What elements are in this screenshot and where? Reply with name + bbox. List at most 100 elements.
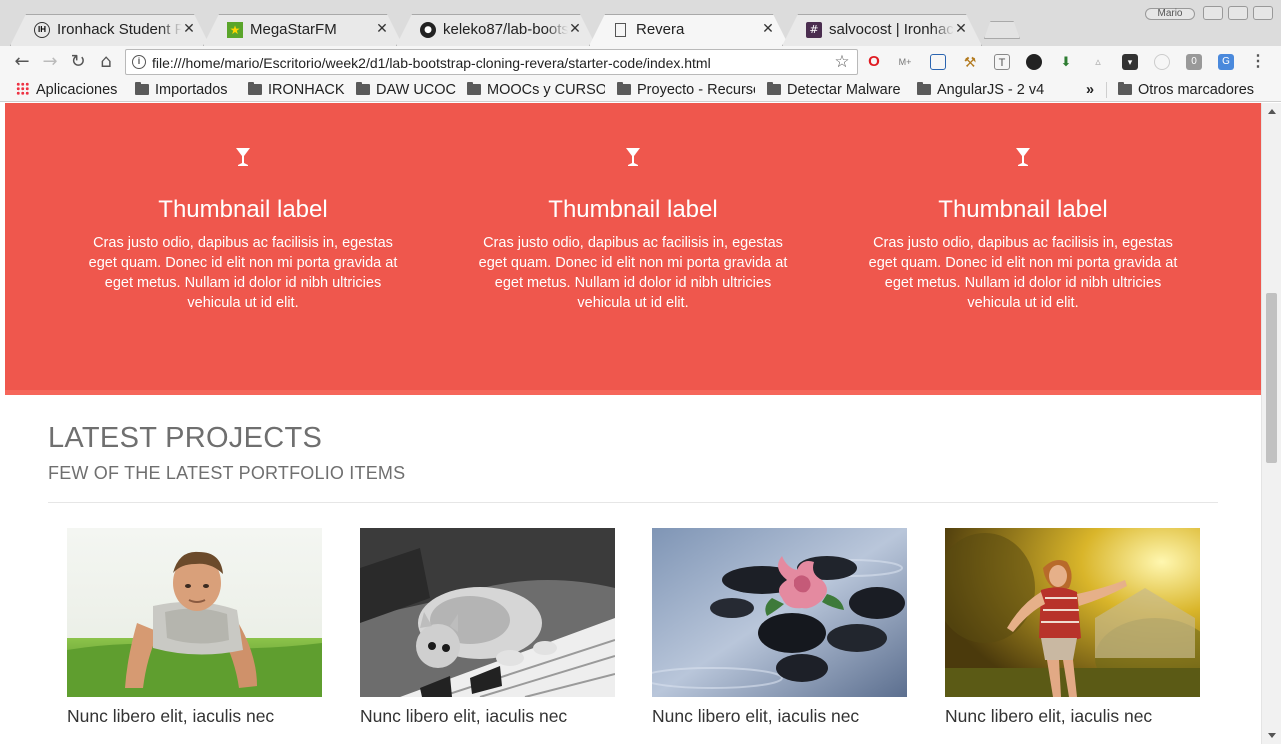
- close-window-button[interactable]: [1253, 6, 1273, 20]
- tab-slack[interactable]: # salvocost | Ironhack ✕: [782, 14, 982, 46]
- folder-icon: [767, 82, 781, 95]
- bookmarks-bar: Aplicaciones Importados IRONHACK DAW UCO…: [0, 78, 1281, 102]
- text-extension-icon[interactable]: T: [994, 54, 1010, 70]
- profile-button[interactable]: Mario: [1145, 8, 1195, 20]
- zero-extension-icon[interactable]: 0: [1186, 54, 1202, 70]
- close-icon[interactable]: ✕: [761, 21, 775, 37]
- bookmark-apps[interactable]: Aplicaciones: [16, 81, 124, 99]
- tab-revera[interactable]: Revera ✕: [589, 14, 789, 46]
- translate-extension-icon[interactable]: G: [1218, 54, 1234, 70]
- ironhack-icon: IH: [34, 22, 50, 38]
- bookmark-label: Detectar Malware: [787, 82, 901, 98]
- bookmark-daw-ucoc[interactable]: DAW UCOC: [356, 81, 459, 99]
- service-text: Cras justo odio, dapibus ac facilisis in…: [88, 235, 398, 311]
- page-icon: [615, 23, 626, 37]
- apps-icon: [16, 82, 29, 95]
- close-icon[interactable]: ✕: [375, 21, 389, 37]
- tab-title: Ironhack Student Portal: [57, 21, 182, 39]
- project-thumbnail[interactable]: [67, 528, 322, 697]
- tab-ironhack[interactable]: IH Ironhack Student Portal ✕: [10, 14, 210, 46]
- tab-megastarfm[interactable]: ★ MegaStarFM ✕: [203, 14, 403, 46]
- triangle-extension-icon[interactable]: ▵: [1090, 54, 1106, 70]
- tab-github[interactable]: ● keleko87/lab-bootstrap ✕: [396, 14, 596, 46]
- service-title: Thumbnail label: [548, 196, 718, 223]
- color-picker-extension-icon[interactable]: [1026, 54, 1042, 70]
- page-scrollbar[interactable]: [1261, 103, 1281, 744]
- rose-on-stones-photo: [652, 528, 907, 697]
- bookmark-angularjs[interactable]: AngularJS - 2 v4: [917, 81, 1057, 99]
- forward-arrow-icon[interactable]: →: [39, 51, 61, 73]
- latest-projects-subtitle: FEW OF THE LATEST PORTFOLIO ITEMS: [48, 463, 406, 483]
- bookmark-proyecto[interactable]: Proyecto - Recursos: [617, 81, 755, 99]
- megastar-icon: ★: [227, 22, 243, 38]
- hammer-extension-icon[interactable]: ⚒: [962, 54, 978, 70]
- home-icon[interactable]: ⌂: [95, 51, 117, 73]
- service-item: Thumbnail label Cras justo odio, dapibus…: [73, 103, 413, 393]
- minimize-button[interactable]: [1203, 6, 1223, 20]
- disabled-extension-icon[interactable]: [1154, 54, 1170, 70]
- project-caption[interactable]: Nunc libero elit, iaculis nec: [360, 705, 640, 727]
- menu-kebab-icon[interactable]: ⋮: [1250, 54, 1266, 70]
- cocktail-glass-icon: [1016, 148, 1030, 166]
- url-input[interactable]: [152, 54, 822, 72]
- back-arrow-icon[interactable]: ←: [11, 51, 33, 73]
- project-caption[interactable]: Nunc libero elit, iaculis nec: [652, 705, 932, 727]
- folder-icon: [467, 82, 481, 95]
- info-icon[interactable]: i: [132, 55, 146, 69]
- service-item: Thumbnail label Cras justo odio, dapibus…: [853, 103, 1193, 393]
- folder-icon: [356, 82, 370, 95]
- service-title: Thumbnail label: [158, 196, 328, 223]
- service-text: Cras justo odio, dapibus ac facilisis in…: [478, 235, 788, 311]
- services-section: Thumbnail label Cras justo odio, dapibus…: [5, 103, 1261, 395]
- bookmark-importados[interactable]: Importados: [135, 81, 238, 99]
- pocket-extension-icon[interactable]: ▾: [1122, 54, 1138, 70]
- browser-toolbar: ← → ↻ ⌂ i ☆ O M+ ⚒ T ⬇ ▵ ▾ 0 G ⋮: [0, 46, 1281, 78]
- close-icon[interactable]: ✕: [568, 21, 582, 37]
- bookmark-ironhack[interactable]: IRONHACK: [248, 81, 348, 99]
- bookmark-label: DAW UCOC: [376, 82, 457, 98]
- maximize-button[interactable]: [1228, 6, 1248, 20]
- cocktail-glass-icon: [626, 148, 640, 166]
- cocktail-glass-icon: [236, 148, 250, 166]
- scroll-up-arrow-icon[interactable]: [1268, 109, 1276, 114]
- bookmark-moocs[interactable]: MOOCs y CURSOS: [467, 81, 605, 99]
- github-icon: ●: [420, 22, 436, 38]
- folder-icon: [248, 82, 262, 95]
- close-icon[interactable]: ✕: [954, 21, 968, 37]
- bookmark-label: Proyecto - Recursos: [637, 82, 755, 98]
- opera-extension-icon[interactable]: O: [866, 54, 882, 70]
- kitten-on-piano-photo: [360, 528, 615, 697]
- bookmark-label: Importados: [155, 82, 228, 98]
- page-viewport: Thumbnail label Cras justo odio, dapibus…: [5, 103, 1261, 744]
- project-thumbnail[interactable]: [945, 528, 1200, 697]
- scroll-down-arrow-icon[interactable]: [1268, 733, 1276, 738]
- browser-tabstrip: IH Ironhack Student Portal ✕ ★ MegaStarF…: [0, 0, 1281, 46]
- project-thumbnail[interactable]: [360, 528, 615, 697]
- bookmark-label: IRONHACK: [268, 82, 345, 98]
- project-caption[interactable]: Nunc libero elit, iaculis nec: [945, 705, 1225, 727]
- new-tab-button[interactable]: [984, 21, 1020, 39]
- bookmark-label: AngularJS - 2 v4: [937, 82, 1045, 98]
- tab-title: salvocost | Ironhack: [829, 21, 954, 39]
- bookmarks-overflow-chevron-icon[interactable]: »: [1086, 81, 1100, 99]
- bookmark-star-icon[interactable]: ☆: [833, 52, 851, 72]
- scrollbar-thumb[interactable]: [1266, 293, 1277, 463]
- movistar-extension-icon[interactable]: M+: [897, 54, 913, 70]
- close-icon[interactable]: ✕: [182, 21, 196, 37]
- tab-title: MegaStarFM: [250, 21, 375, 39]
- folder-icon: [135, 82, 149, 95]
- bookmark-malware[interactable]: Detectar Malware: [767, 81, 905, 99]
- screen-capture-extension-icon[interactable]: [930, 54, 946, 70]
- project-thumbnail[interactable]: [652, 528, 907, 697]
- folder-icon: [1118, 82, 1132, 95]
- man-doing-pushups-photo: [67, 528, 322, 697]
- download-extension-icon[interactable]: ⬇: [1058, 54, 1074, 70]
- bookmark-otros[interactable]: Otros marcadores: [1118, 81, 1268, 99]
- service-item: Thumbnail label Cras justo odio, dapibus…: [463, 103, 803, 393]
- project-caption[interactable]: Nunc libero elit, iaculis nec: [67, 705, 347, 727]
- folder-icon: [917, 82, 931, 95]
- reload-icon[interactable]: ↻: [67, 51, 89, 73]
- bookmarks-divider: [1106, 82, 1107, 98]
- address-bar[interactable]: i ☆: [125, 49, 858, 75]
- bookmark-label: Aplicaciones: [36, 82, 118, 98]
